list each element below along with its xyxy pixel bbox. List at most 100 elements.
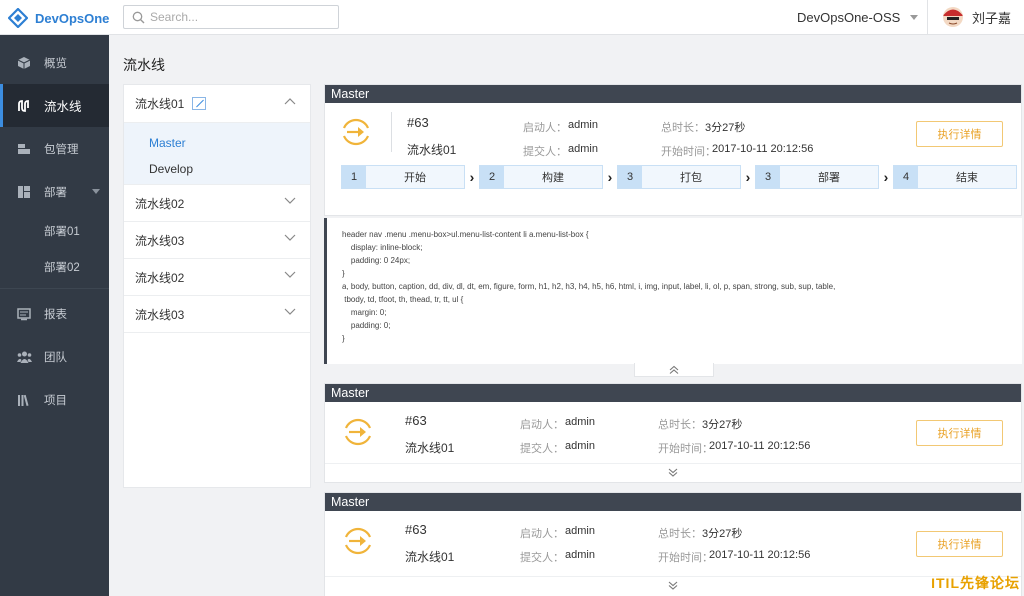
expand-log-button[interactable]	[325, 463, 1021, 481]
stage-name: 部署	[818, 172, 840, 184]
double-chevron-down-icon	[668, 468, 678, 477]
sidebar-item-pipeline[interactable]: 流水线	[0, 84, 109, 127]
run-branch-header: Master	[325, 493, 1021, 511]
logo[interactable]: DevOpsOne	[8, 7, 109, 29]
sidebar-item-deploy[interactable]: 部署	[0, 170, 109, 213]
stage-number: 2	[480, 166, 504, 188]
stage-name: 打包	[680, 172, 702, 184]
arrow-right-icon: ›	[607, 169, 613, 185]
run-pipeline-name: 流水线01	[405, 550, 455, 564]
project-icon	[16, 392, 32, 408]
divider	[391, 112, 392, 152]
submitter-value: admin	[568, 143, 598, 155]
expand-log-button[interactable]	[325, 576, 1021, 594]
avatar	[943, 7, 963, 27]
run-summary: #63 流水线01 启动人： admin 提交人： admin 总时长： 3分2…	[325, 402, 1021, 460]
sidebar-item-deploy02[interactable]: 部署02	[0, 249, 109, 285]
start-time-label: 开始时间：	[658, 443, 713, 455]
sidebar-item-label: 部署01	[44, 226, 80, 238]
log-line: padding: 0 24px;	[342, 256, 411, 265]
run-branch-header: Master	[325, 85, 1021, 103]
run-card: Master #63 流水线01 启动人： admin 提交人： admin 总…	[324, 383, 1022, 483]
chevron-up-icon[interactable]	[284, 97, 296, 105]
edit-icon[interactable]	[192, 97, 207, 110]
run-detail-button[interactable]: 执行详情	[916, 121, 1003, 147]
chevron-down-icon[interactable]	[284, 197, 296, 205]
run-card: Master #63 流水线01 启动人： admin 提交人： admin 总…	[324, 84, 1022, 216]
running-status-icon	[344, 527, 372, 555]
pipeline-label: 流水线03	[135, 233, 185, 248]
sidebar-item-label: 流水线	[44, 100, 82, 114]
starter-value: admin	[565, 525, 595, 537]
log-output: header nav .menu .menu-box>ul.menu-list-…	[324, 218, 1022, 364]
sidebar-item-package[interactable]: 包管理	[0, 127, 109, 170]
pipeline-item[interactable]: 流水线03	[124, 222, 310, 259]
stage-step[interactable]: 3 打包	[617, 165, 741, 189]
start-time-label: 开始时间：	[661, 146, 716, 158]
cube-icon	[16, 55, 32, 71]
log-line: margin: 0;	[342, 308, 387, 317]
stage-step[interactable]: 3 部署	[755, 165, 879, 189]
arrow-right-icon: ›	[745, 169, 751, 185]
duration-label: 总时长：	[658, 528, 702, 540]
package-icon	[16, 141, 32, 157]
deploy-icon	[16, 184, 32, 200]
sidebar-item-team[interactable]: 团队	[0, 335, 109, 378]
stage-number: 3	[756, 166, 780, 188]
branch-item-master[interactable]: Master	[124, 130, 310, 156]
branch-list: Master Develop	[124, 123, 310, 185]
chevron-down-icon[interactable]	[284, 271, 296, 279]
logo-text: DevOpsOne	[35, 10, 110, 26]
team-icon	[16, 349, 32, 365]
pipeline-item[interactable]: 流水线02	[124, 259, 310, 296]
user-name: 刘子嘉	[972, 10, 1012, 26]
pipeline-icon	[16, 98, 32, 114]
log-line: a, body, button, caption, dd, div, dl, d…	[342, 282, 836, 291]
stage-name: 开始	[404, 172, 426, 184]
run-number: #63	[407, 115, 429, 130]
sidebar-item-label: 概览	[44, 57, 67, 70]
user-menu[interactable]: 刘子嘉	[942, 6, 1011, 28]
starter-value: admin	[565, 416, 595, 428]
pipeline-item[interactable]: 流水线03	[124, 296, 310, 333]
pipeline-item[interactable]: 流水线02	[124, 185, 310, 222]
divider	[927, 0, 928, 35]
log-line: }	[342, 334, 345, 343]
starter-label: 启动人：	[520, 528, 564, 540]
sidebar-item-label: 项目	[44, 394, 67, 407]
log-line: tbody, td, tfoot, th, thead, tr, tt, ul …	[342, 295, 464, 304]
running-status-icon	[342, 118, 370, 146]
search-input[interactable]	[150, 10, 330, 24]
submitter-value: admin	[565, 440, 595, 452]
search-box[interactable]	[123, 5, 339, 29]
chevron-down-icon[interactable]	[284, 308, 296, 316]
arrow-right-icon: ›	[883, 169, 889, 185]
org-selector[interactable]: DevOpsOne-OSS	[797, 10, 919, 25]
starter-label: 启动人：	[520, 419, 564, 431]
collapse-log-button[interactable]	[634, 363, 714, 377]
pipeline-label: 流水线02	[135, 196, 185, 211]
sidebar-item-report[interactable]: 报表	[0, 292, 109, 335]
branch-item-develop[interactable]: Develop	[124, 156, 310, 182]
sidebar-item-overview[interactable]: 概览	[0, 41, 109, 84]
start-time-value: 2017-10-11 20:12:56	[709, 549, 811, 561]
log-line: display: inline-block;	[342, 243, 423, 252]
stage-step[interactable]: 4 结束	[893, 165, 1017, 189]
duration-label: 总时长：	[661, 122, 705, 134]
run-summary: #63 流水线01 启动人： admin 提交人： admin 总时长： 3分2…	[325, 103, 1021, 161]
submitter-label: 提交人：	[520, 552, 564, 564]
stage-name: 结束	[956, 172, 978, 184]
pipeline-label: 流水线02	[135, 270, 185, 285]
chevron-down-icon[interactable]	[284, 234, 296, 242]
chevron-down-icon	[910, 15, 919, 20]
run-detail-button[interactable]: 执行详情	[916, 531, 1003, 557]
sidebar-item-deploy01[interactable]: 部署01	[0, 213, 109, 249]
duration-value: 3分27秒	[702, 419, 743, 431]
sidebar-item-label: 团队	[44, 351, 67, 364]
stage-step[interactable]: 1 开始	[341, 165, 465, 189]
double-chevron-down-icon	[668, 581, 678, 590]
sidebar-item-project[interactable]: 项目	[0, 378, 109, 421]
stage-step[interactable]: 2 构建	[479, 165, 603, 189]
run-detail-button[interactable]: 执行详情	[916, 420, 1003, 446]
pipeline-item[interactable]: 流水线01	[124, 85, 310, 123]
